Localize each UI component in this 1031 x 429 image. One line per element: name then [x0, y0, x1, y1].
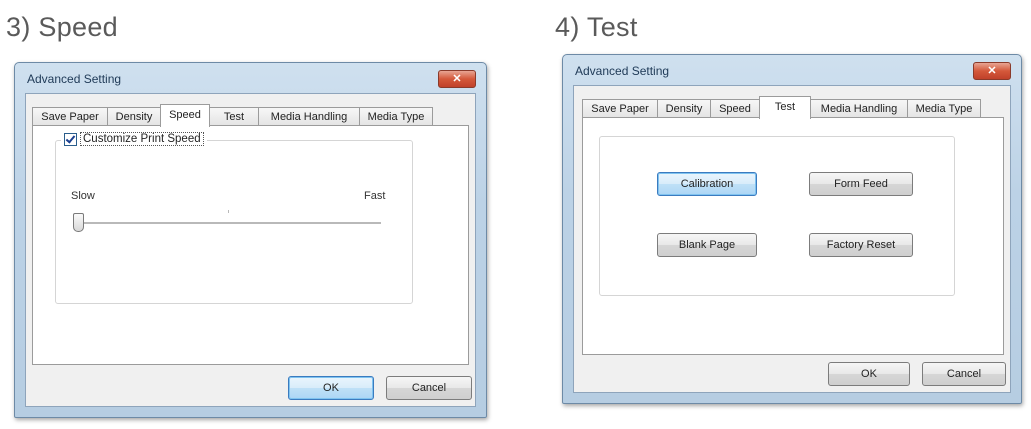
advanced-setting-dialog-speed: Advanced Setting ✕ Save Paper Density Sp…	[14, 62, 487, 418]
tab-density[interactable]: Density	[107, 107, 161, 126]
form-feed-button[interactable]: Form Feed	[809, 172, 913, 196]
factory-reset-button[interactable]: Factory Reset	[809, 233, 913, 257]
dialog-title: Advanced Setting	[575, 64, 670, 78]
cancel-button[interactable]: Cancel	[922, 362, 1006, 386]
slider-thumb[interactable]	[73, 213, 84, 232]
ok-button[interactable]: OK	[288, 376, 374, 400]
cancel-button[interactable]: Cancel	[386, 376, 472, 400]
titlebar: Advanced Setting ✕	[563, 55, 1021, 83]
tab-speed[interactable]: Speed	[710, 99, 760, 118]
customize-print-speed-label: Customize Print Speed	[80, 132, 204, 146]
dialog-client-area: Save Paper Density Speed Test Media Hand…	[573, 85, 1011, 393]
speed-section-heading: 3) Speed	[6, 12, 118, 42]
tab-test[interactable]: Test	[209, 107, 259, 126]
tab-save-paper[interactable]: Save Paper	[32, 107, 108, 126]
close-icon[interactable]: ✕	[438, 70, 476, 88]
advanced-setting-dialog-test: Advanced Setting ✕ Save Paper Density Sp…	[562, 54, 1022, 404]
tab-density[interactable]: Density	[657, 99, 711, 118]
test-tab-panel: Calibration Form Feed Blank Page Factory…	[582, 117, 1004, 355]
print-speed-slider[interactable]	[73, 206, 383, 236]
ok-button[interactable]: OK	[828, 362, 910, 386]
tab-save-paper[interactable]: Save Paper	[582, 99, 658, 118]
checkbox-checked-icon[interactable]	[64, 132, 77, 146]
tab-media-type[interactable]: Media Type	[359, 107, 433, 126]
tab-test[interactable]: Test	[759, 96, 811, 119]
dialog-title: Advanced Setting	[27, 72, 122, 86]
tab-speed[interactable]: Speed	[160, 104, 210, 127]
slider-min-label: Slow	[71, 190, 95, 202]
test-actions-group	[599, 136, 955, 296]
slider-track	[73, 222, 381, 225]
slider-max-label: Fast	[364, 190, 386, 202]
titlebar: Advanced Setting ✕	[15, 63, 486, 91]
calibration-button[interactable]: Calibration	[657, 172, 757, 196]
speed-tab-panel: Customize Print Speed Slow Fast	[32, 125, 469, 365]
tab-media-handling[interactable]: Media Handling	[810, 99, 908, 118]
slider-tick	[228, 210, 229, 213]
tab-media-type[interactable]: Media Type	[907, 99, 981, 118]
close-icon[interactable]: ✕	[973, 62, 1011, 80]
tab-media-handling[interactable]: Media Handling	[258, 107, 360, 126]
customize-print-speed-checkbox[interactable]: Customize Print Speed	[61, 132, 207, 146]
dialog-client-area: Save Paper Density Speed Test Media Hand…	[25, 93, 476, 407]
test-section-heading: 4) Test	[555, 12, 638, 42]
tab-strip: Save Paper Density Speed Test Media Hand…	[32, 104, 472, 127]
blank-page-button[interactable]: Blank Page	[657, 233, 757, 257]
tab-strip: Save Paper Density Speed Test Media Hand…	[582, 96, 1002, 119]
